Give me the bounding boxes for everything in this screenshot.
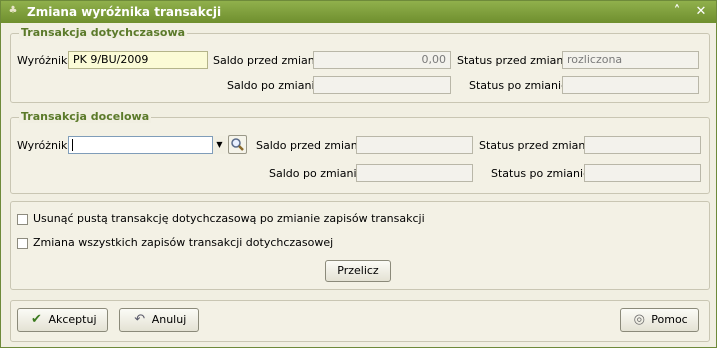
chevron-down-icon[interactable]: ▼ [213,136,226,154]
target-group-legend: Transakcja docelowa [19,110,152,123]
tree-icon: ♣ [8,5,18,16]
magnifier-icon[interactable] [228,135,247,154]
source-group-legend: Transakcja dotychczasowa [19,26,188,39]
accept-button[interactable]: ✔ Akceptuj [17,308,108,332]
target-transaction-group: Transakcja docelowa Wyróżnik: ▼ Saldo pr… [10,110,710,194]
target-status-before-label: Status przed zmianą: [479,139,596,152]
source-status-before-label: Status przed zmianą: [457,54,574,67]
window-title: Zmiana wyróżnika transakcji [27,5,222,19]
checkmark-icon: ✔ [31,312,42,327]
target-id-label: Wyróżnik: [17,139,72,152]
recalculate-button[interactable]: Przelicz [325,260,391,282]
close-icon[interactable]: ✕ [693,4,709,20]
undo-icon: ↶ [134,312,146,327]
options-group: Usunąć pustą transakcję dotychczasową po… [10,201,710,290]
target-status-after-label: Status po zmianie: [491,167,594,180]
change-all-label[interactable]: Zmiana wszystkich zapisów transakcji dot… [33,236,333,249]
source-transaction-group: Transakcja dotychczasowa Wyróżnik: PK 9/… [10,26,710,103]
source-id-label: Wyróżnik: [17,54,72,67]
cancel-button[interactable]: ↶ Anuluj [119,308,199,332]
text-caret [72,139,73,151]
help-button-label: Pomoc [651,313,688,326]
accept-button-label: Akceptuj [48,313,97,326]
target-balance-after-field [356,164,473,182]
dialog-window: ♣ Zmiana wyróżnika transakcji ˄ ✕ Transa… [0,0,717,348]
change-all-checkbox[interactable] [17,238,28,249]
help-button[interactable]: ◎ Pomoc [620,308,699,332]
target-id-input[interactable] [68,136,213,154]
source-balance-after-label: Saldo po zmianie: [227,79,325,92]
source-balance-before-label: Saldo przed zmianą: [213,54,326,67]
title-bar: ♣ Zmiana wyróżnika transakcji ˄ ✕ [1,1,716,23]
source-status-after-label: Status po zmianie: [469,79,572,92]
footer-bar: ✔ Akceptuj ↶ Anuluj ◎ Pomoc [10,300,710,342]
source-balance-after-field [313,76,451,94]
recalculate-button-label: Przelicz [337,264,379,277]
source-status-after-field [562,76,699,94]
target-status-before-field [584,136,701,154]
source-status-before-field: rozliczona [562,51,699,69]
target-balance-after-label: Saldo po zmianie: [269,167,367,180]
target-status-after-field [584,164,701,182]
source-balance-before-field: 0,00 [313,51,451,69]
remove-empty-checkbox[interactable] [17,214,28,225]
target-balance-before-label: Saldo przed zmianą: [256,139,369,152]
chevron-up-icon[interactable]: ˄ [669,4,685,20]
help-icon: ◎ [633,312,645,327]
source-id-field[interactable]: PK 9/BU/2009 [68,51,208,69]
cancel-button-label: Anuluj [151,313,187,326]
remove-empty-label[interactable]: Usunąć pustą transakcję dotychczasową po… [33,212,425,225]
target-balance-before-field [356,136,473,154]
